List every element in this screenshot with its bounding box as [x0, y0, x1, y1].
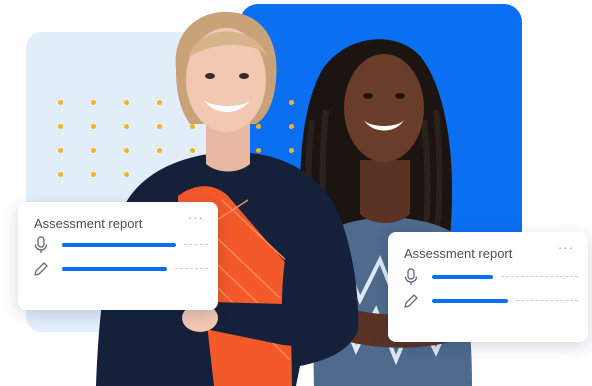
speaking-progress-row — [32, 236, 208, 254]
speaking-progress-row — [402, 268, 578, 286]
woman-left — [96, 11, 359, 386]
progress-track — [501, 276, 578, 277]
speaking-progress-bar — [62, 243, 176, 247]
progress-track — [516, 300, 578, 301]
writing-progress-row — [32, 260, 208, 278]
writing-progress-row — [402, 292, 578, 310]
writing-progress-bar — [432, 299, 508, 303]
assessment-report-card: Assessment report ··· — [388, 232, 588, 342]
speaking-progress-bar — [432, 275, 493, 279]
pencil-icon — [404, 294, 418, 308]
more-options-icon[interactable]: ··· — [558, 240, 574, 255]
microphone-icon — [34, 236, 48, 253]
hero-illustration: Assessment report ··· Assessment report … — [0, 0, 592, 386]
microphone-icon — [404, 268, 418, 285]
card-title: Assessment report — [404, 246, 513, 261]
progress-track — [184, 244, 208, 245]
progress-track — [175, 268, 208, 269]
more-options-icon[interactable]: ··· — [188, 210, 204, 225]
assessment-report-card: Assessment report ··· — [18, 202, 218, 310]
writing-progress-bar — [62, 267, 167, 271]
card-title: Assessment report — [34, 216, 143, 231]
pencil-icon — [34, 262, 48, 276]
